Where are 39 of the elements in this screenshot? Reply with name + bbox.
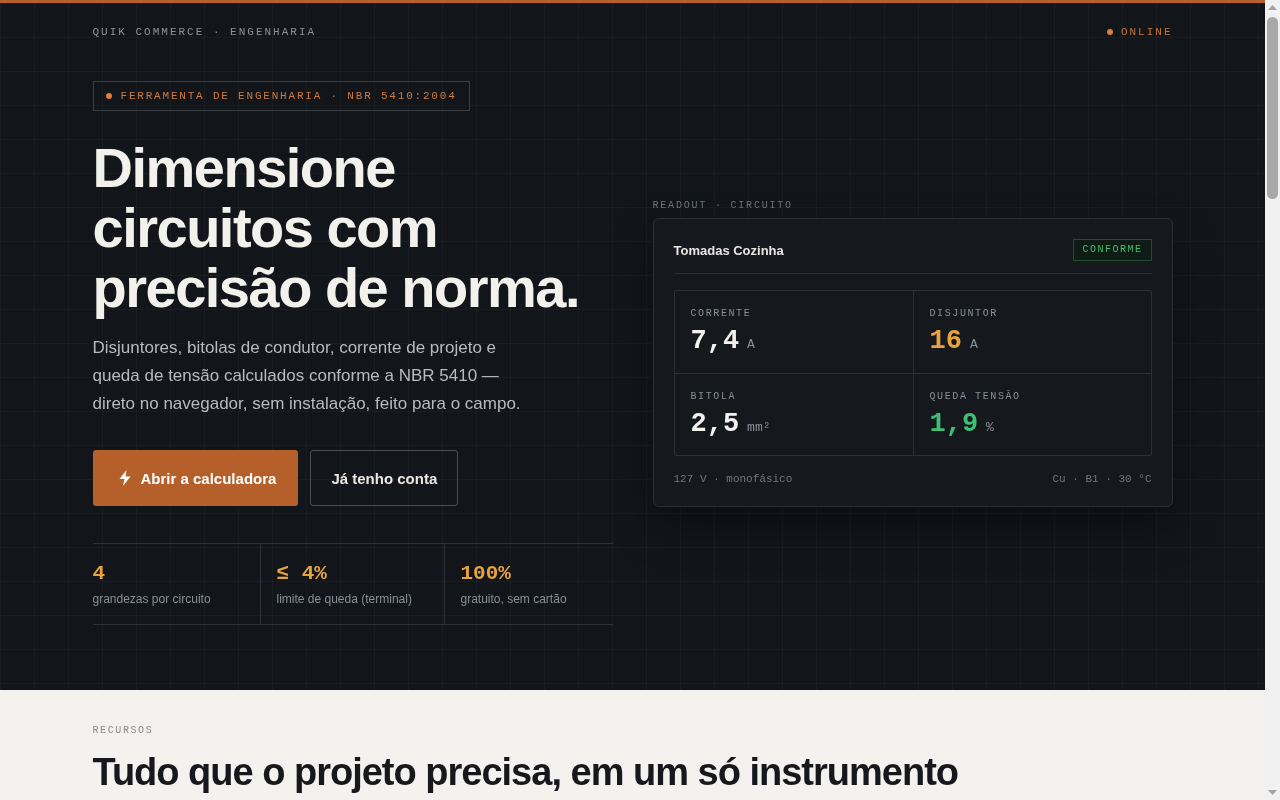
metric-unit: A <box>747 337 755 352</box>
brand-name: QUIK COMMERCE · ENGENHARIA <box>92 25 317 39</box>
stat-label: grandezas por circuito <box>92 592 212 606</box>
circuit-conditions: Cu · B1 · 30 °C <box>1052 472 1152 486</box>
metric-label: CORRENTE <box>690 307 753 321</box>
status-label: ONLINE <box>1120 25 1173 39</box>
scroll-down-icon[interactable] <box>1268 790 1277 795</box>
section-eyebrow: RECURSOS <box>92 724 155 738</box>
lightning-bolt-icon <box>118 470 131 486</box>
login-button[interactable]: Já tenho conta <box>310 450 459 506</box>
metric-value: 1,9 <box>929 408 979 440</box>
status-dot-icon <box>1106 29 1113 35</box>
metric-unit: % <box>986 420 994 435</box>
metric-label: BITOLA <box>690 390 738 404</box>
metric-unit: A <box>969 337 978 352</box>
badge-dot-icon <box>105 93 112 99</box>
metric-label: DISJUNTOR <box>929 307 999 321</box>
status-badge: CONFORME <box>1073 239 1152 261</box>
stat-label: gratuito, sem cartão <box>460 592 568 606</box>
scroll-up-icon[interactable] <box>1268 5 1277 10</box>
circuit-voltage: 127 V · monofásico <box>673 472 793 486</box>
readout-caption: READOUT · CIRCUITO <box>652 199 794 213</box>
metric-value: 2,5 <box>690 408 740 440</box>
badge-text: FERRAMENTA DE ENGENHARIA · NBR 5410:2004 <box>120 90 457 102</box>
scrollbar[interactable] <box>1265 0 1280 800</box>
stat-value: 4 <box>92 562 107 586</box>
stat-label: limite de queda (terminal) <box>276 592 413 606</box>
scrollbar-thumb[interactable] <box>1267 17 1278 199</box>
metric-unit: mm² <box>747 420 771 435</box>
metric-value: 7,4 <box>690 325 740 357</box>
section-title: Tudo que o projeto precisa, em um só instrumento <box>92 750 959 794</box>
stat-value: ≤ 4% <box>276 562 328 586</box>
stat-value: 100% <box>460 562 512 586</box>
hero-title: Dimensione circuitos com precisão de norma. <box>92 138 580 318</box>
metric-value: 16 <box>929 325 962 357</box>
hero-description: Disjuntores, bitolas de condutor, corrente de projeto e queda de tensão calculados conforme a NBR 5410 — direto no navegador, sem instalação, feito para o campo. <box>92 337 522 415</box>
open-calculator-button[interactable]: Abrir a calculadora <box>92 450 299 506</box>
circuit-title: Tomadas Cozinha <box>673 242 784 258</box>
metric-label: QUEDA TENSÃO <box>929 390 1022 404</box>
